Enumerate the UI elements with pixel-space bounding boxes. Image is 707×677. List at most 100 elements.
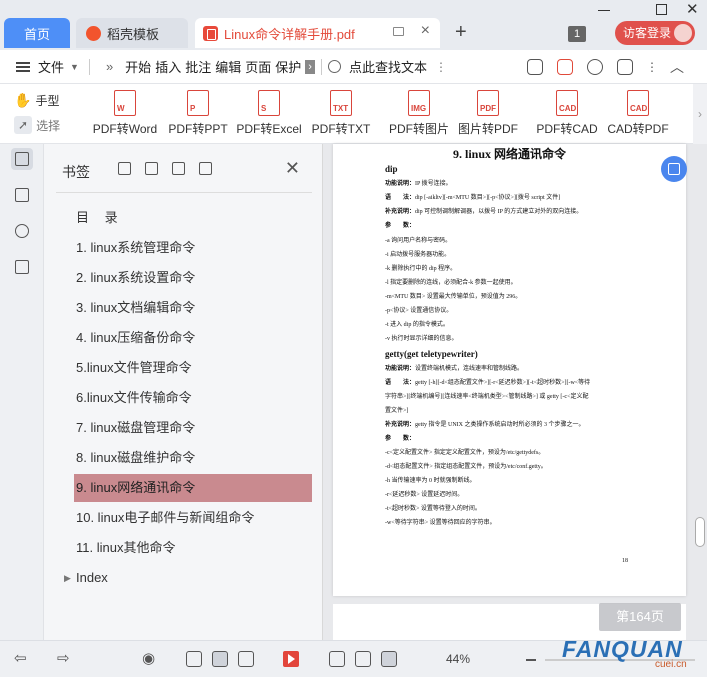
cad-pdf-icon: CAD — [627, 90, 649, 116]
login-label: 访客登录 — [623, 26, 672, 40]
tab-window-icon[interactable] — [393, 27, 404, 36]
pdf-to-cad-label: PDF转CAD — [536, 122, 598, 136]
avatar-icon — [674, 24, 692, 42]
vertical-scrollbar-thumb[interactable] — [695, 517, 705, 547]
eye-protection-icon[interactable]: ◉ — [142, 649, 155, 667]
fit-width-icon[interactable] — [381, 651, 397, 667]
doc-line: 补充说明：dip 可控制调制解调器，以拨号 IP 的方式建立对外的双向连接。 — [385, 209, 583, 215]
bookmark-toc[interactable]: 目 录 — [74, 204, 312, 232]
annotation-panel-button[interactable] — [11, 220, 33, 242]
maximize-icon[interactable] — [656, 4, 667, 15]
pdf-file-icon — [203, 25, 218, 41]
bookmark-item[interactable]: 8. linux磁盘维护命令 — [74, 444, 312, 472]
login-button[interactable]: 访客登录 — [615, 21, 695, 45]
close-panel-icon[interactable]: ✕ — [285, 158, 300, 179]
bookmark-item-selected[interactable]: 9. linux网络通讯命令 — [74, 474, 312, 502]
new-tab-button[interactable]: + — [455, 22, 467, 42]
doc-line: -a 询问用户名称与密码。 — [385, 238, 452, 244]
tab-close-icon[interactable]: × — [421, 22, 430, 40]
menu-start[interactable]: 开始 — [123, 57, 153, 76]
bookmark-tag-icon[interactable] — [199, 162, 212, 175]
pdf-out-icon: PDF — [477, 90, 499, 116]
fit-page-icon[interactable] — [355, 651, 371, 667]
bookmark-item[interactable]: 3. linux文档编辑命令 — [74, 294, 312, 322]
hamburger-icon[interactable] — [16, 61, 30, 72]
zoom-level[interactable]: 44% — [446, 652, 470, 666]
hand-icon: ✋ — [14, 92, 32, 108]
single-page-icon[interactable] — [186, 651, 202, 667]
menu-overflow-button[interactable]: › — [305, 59, 315, 74]
tab-home-label: 首页 — [23, 26, 50, 42]
bookmark-item[interactable]: 6.linux文件传输命令 — [74, 384, 312, 412]
settings-icon[interactable] — [586, 58, 603, 75]
bookmark-item[interactable]: 2. linux系统设置命令 — [74, 264, 312, 292]
menu-protect[interactable]: 保护 — [273, 57, 303, 76]
pdf-to-word-button[interactable]: W PDF转Word — [90, 90, 160, 137]
bookmark-item[interactable]: 4. linux压缩备份命令 — [74, 324, 312, 352]
expand-caret-icon[interactable]: ▶ — [64, 573, 71, 584]
doc-line: 语 法：getty [-h][-d<组态配置文件>][-r<延迟秒数>][-t<… — [385, 380, 591, 386]
window-close-icon[interactable]: ✕ — [686, 0, 699, 18]
bookmark-item[interactable]: 1. linux系统管理命令 — [74, 234, 312, 262]
more-icon[interactable]: ⋮ — [646, 60, 658, 74]
floating-tool-button[interactable] — [661, 156, 687, 182]
menu-page[interactable]: 页面 — [243, 57, 273, 76]
pdf-to-ppt-button[interactable]: P PDF转PPT — [163, 90, 233, 137]
bookmark-panel-button[interactable] — [11, 148, 33, 170]
add-bookmark-icon[interactable] — [118, 162, 131, 175]
tab-pdf-document[interactable]: Linux命令详解手册.pdf × — [195, 18, 440, 48]
pdf-to-excel-button[interactable]: S PDF转Excel — [234, 90, 304, 137]
bookmark-item[interactable]: 5.linux文件管理命令 — [74, 354, 312, 382]
comment-icon[interactable] — [616, 58, 633, 75]
signature-icon — [15, 260, 29, 274]
remove-bookmark-icon[interactable] — [145, 162, 158, 175]
select-tool-button[interactable]: ➚ 选择 — [14, 116, 60, 134]
menu-edit[interactable]: 编辑 — [213, 57, 243, 76]
doc-line: 功能说明：IP 拨号连接。 — [385, 181, 452, 187]
play-slideshow-icon[interactable] — [283, 651, 299, 667]
expand-bookmarks-icon[interactable] — [172, 162, 185, 175]
next-page-icon[interactable]: ⇨ — [57, 649, 70, 667]
more-options-icon[interactable]: ⋮ — [435, 60, 447, 74]
bookmark-list-icon — [15, 152, 29, 166]
doc-count-badge[interactable]: 1 — [568, 26, 586, 42]
doc-line: -v 执行时显示详细的信息。 — [385, 336, 458, 342]
cad-to-pdf-button[interactable]: CAD CAD转PDF — [603, 90, 673, 137]
thumbnail-panel-button[interactable] — [11, 184, 33, 206]
image-to-pdf-button[interactable]: PDF 图片转PDF — [453, 90, 523, 137]
minimize-icon[interactable] — [598, 10, 610, 11]
menu-comment[interactable]: 批注 — [183, 57, 213, 76]
actual-size-icon[interactable] — [329, 651, 345, 667]
menu-expand[interactable]: » — [104, 59, 115, 74]
menu-bar: 文件 ▼ » 开始 插入 批注 编辑 页面 保护 › 点此查找文本 ⋮ ⋮ ︿ — [0, 50, 707, 84]
previous-page-icon[interactable]: ⇦ — [14, 649, 27, 667]
bookmark-item[interactable]: 11. linux其他命令 — [74, 534, 312, 562]
signature-panel-button[interactable] — [11, 256, 33, 278]
collapse-ribbon-icon[interactable]: ︿ — [670, 57, 684, 77]
two-page-icon[interactable] — [238, 651, 254, 667]
bookmark-item[interactable]: 7. linux磁盘管理命令 — [74, 414, 312, 442]
toolbar-scroll-right-icon[interactable]: › — [693, 84, 707, 144]
menu-file[interactable]: 文件 — [36, 57, 66, 76]
doc-line: -p<协议> 设置通信协议。 — [385, 308, 453, 314]
pdf-to-txt-button[interactable]: TXT PDF转TXT — [306, 90, 376, 137]
doc-line: 字符串>][终端机编号][连线速率<终端机类型><管制线路>] 或 getty … — [385, 394, 589, 400]
chevron-down-icon[interactable]: ▼ — [70, 62, 79, 72]
zoom-out-icon[interactable] — [526, 659, 536, 661]
hand-tool-button[interactable]: ✋ 手型 — [14, 92, 59, 109]
cloud-sync-icon[interactable] — [526, 58, 543, 75]
bookmark-item-index[interactable]: Index — [74, 564, 312, 592]
pdf-to-cad-button[interactable]: CAD PDF转CAD — [532, 90, 602, 137]
document-viewer[interactable]: 9. linux 网络通讯命令 dip 功能说明：IP 拨号连接。 语 法：di… — [322, 144, 707, 640]
doc-line: 功能说明：设置终端机模式，连线速率和管制线路。 — [385, 366, 524, 372]
bookmark-item[interactable]: 10. linux电子邮件与新闻组命令 — [74, 504, 312, 532]
continuous-page-icon[interactable] — [212, 651, 228, 667]
pdf-to-image-button[interactable]: IMG PDF转图片 — [384, 90, 454, 137]
tab-daoke-label: 稻壳模板 — [107, 26, 160, 42]
tab-home[interactable]: 首页 — [4, 18, 70, 48]
menu-insert[interactable]: 插入 — [153, 57, 183, 76]
pdf-to-ppt-label: PDF转PPT — [168, 122, 228, 136]
search-text-button[interactable]: 点此查找文本 — [347, 57, 429, 76]
tab-daoke[interactable]: 稻壳模板 — [76, 18, 188, 48]
share-icon[interactable] — [556, 58, 573, 75]
